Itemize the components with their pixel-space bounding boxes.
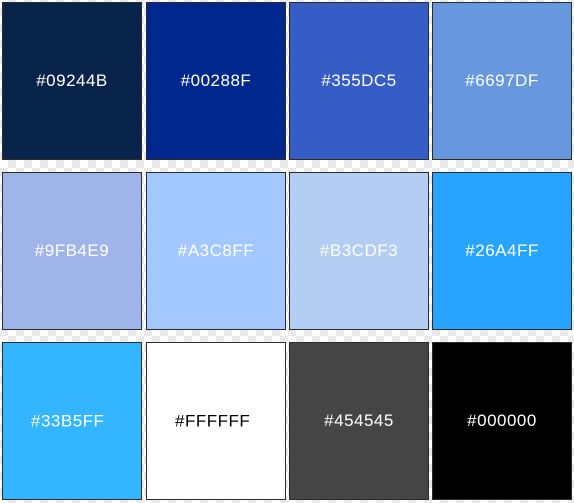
color-swatch: #00288F: [146, 2, 286, 160]
color-swatch: #9FB4E9: [2, 172, 142, 330]
swatch-hex-label: #33B5FF: [31, 411, 105, 431]
color-swatch: #454545: [289, 342, 429, 500]
color-swatch: #33B5FF: [2, 342, 142, 500]
swatch-hex-label: #9FB4E9: [34, 241, 110, 260]
color-swatch: #6697DF: [432, 2, 572, 160]
color-swatch: #B3CDF3: [289, 172, 429, 330]
color-palette-grid: #09244B #00288F #355DC5 #6697DF #9FB4E9 …: [0, 0, 574, 503]
color-swatch: #09244B: [2, 2, 142, 160]
swatch-hex-label: #B3CDF3: [319, 241, 399, 260]
swatch-hex-label: #00288F: [180, 71, 252, 90]
color-swatch: #FFFFFF: [146, 342, 286, 500]
swatch-hex-label: #A3C8FF: [177, 241, 255, 260]
swatch-hex-label: #6697DF: [465, 71, 539, 90]
swatch-hex-label: #000000: [467, 411, 537, 430]
swatch-hex-label: #FFFFFF: [175, 411, 251, 431]
color-swatch: #355DC5: [289, 2, 429, 160]
color-swatch: #A3C8FF: [146, 172, 286, 330]
swatch-hex-label: #454545: [324, 411, 394, 430]
swatch-hex-label: #26A4FF: [465, 241, 539, 260]
color-swatch: #26A4FF: [432, 172, 572, 330]
color-swatch: #000000: [432, 342, 572, 500]
swatch-hex-label: #355DC5: [321, 71, 397, 90]
swatch-hex-label: #09244B: [36, 71, 108, 90]
